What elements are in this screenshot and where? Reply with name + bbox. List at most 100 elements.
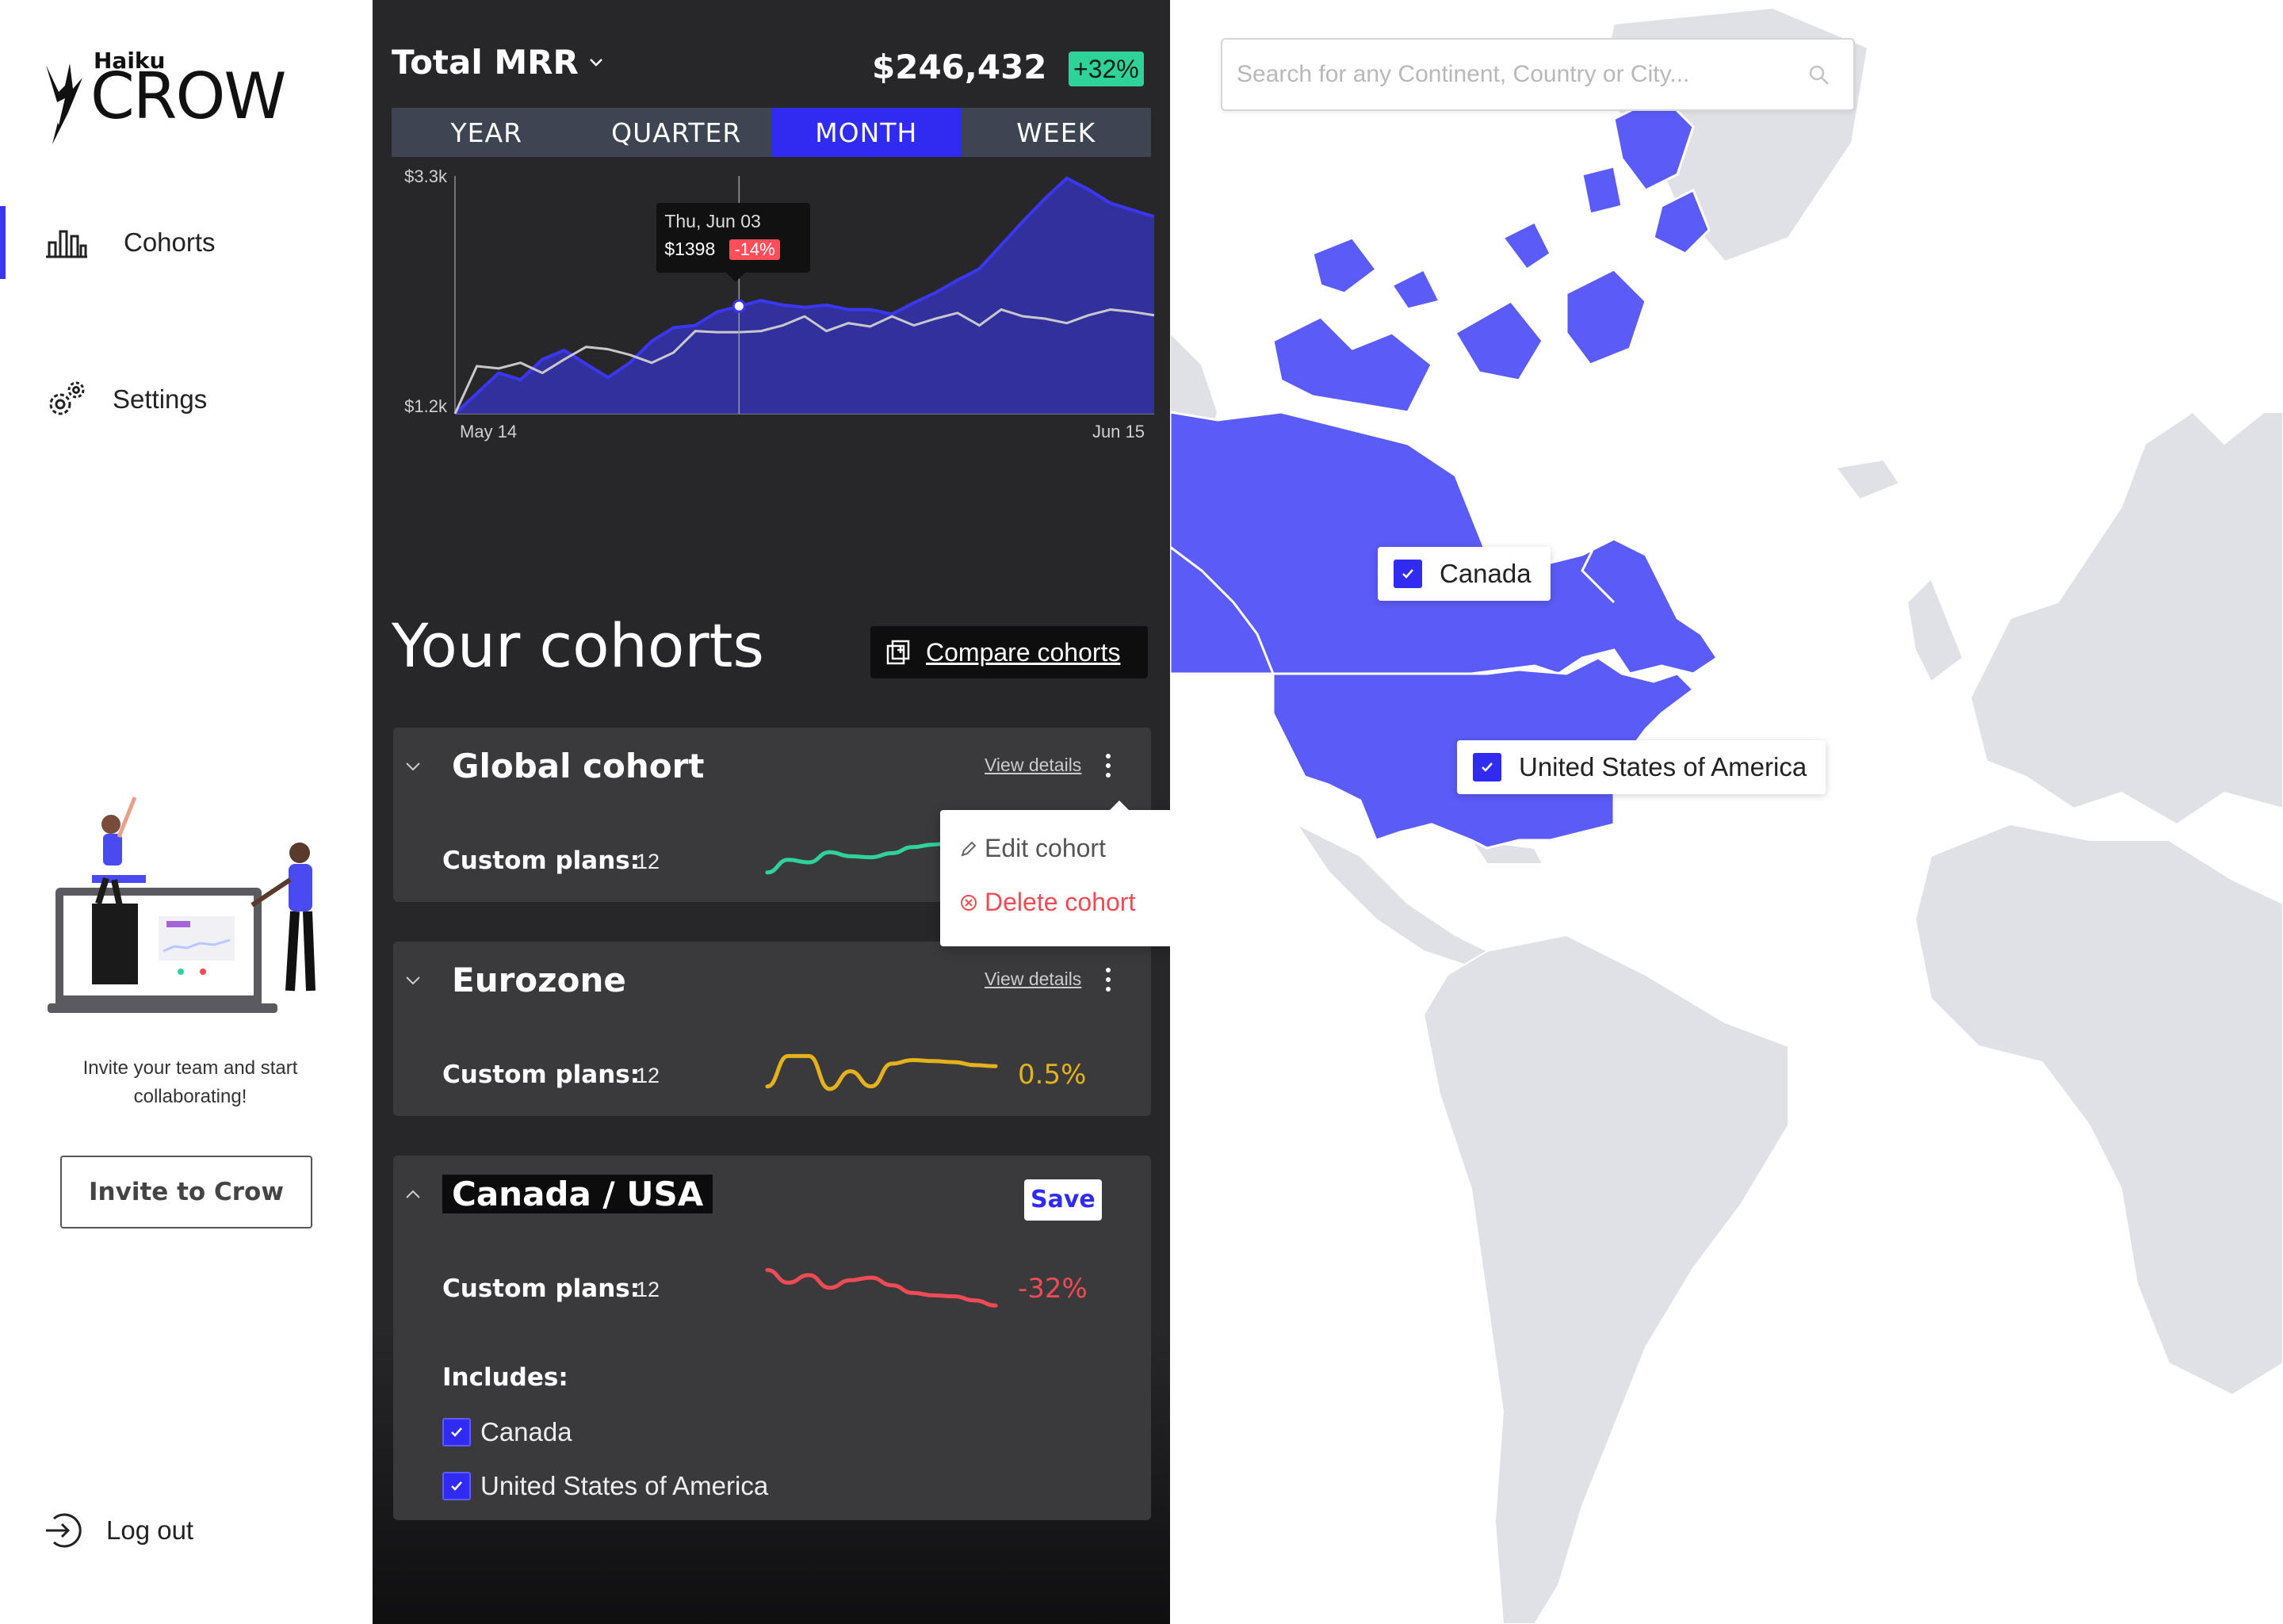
mrr-title: Total MRR bbox=[392, 43, 579, 82]
mrr-change-badge: +32% bbox=[1069, 52, 1144, 86]
compare-cohorts-button[interactable]: Compare cohorts bbox=[870, 626, 1148, 678]
hover-point bbox=[732, 299, 746, 313]
central-america-shape bbox=[1294, 822, 1489, 969]
pencil-icon bbox=[961, 841, 977, 857]
logout-label: Log out bbox=[106, 1515, 194, 1545]
nav-item-cohorts[interactable]: Cohorts bbox=[0, 203, 373, 282]
check-icon bbox=[1402, 569, 1413, 579]
chart-tooltip: Thu, Jun 03 $1398 -14% bbox=[656, 203, 811, 283]
cohorts-title: Your cohorts bbox=[392, 610, 764, 681]
custom-plans-label: Custom plans: bbox=[442, 1060, 641, 1089]
europe-shape bbox=[1969, 411, 2283, 826]
view-details-link[interactable]: View details bbox=[985, 969, 1081, 990]
custom-plans-value: 12 bbox=[636, 850, 660, 873]
sparkline-path bbox=[765, 1053, 998, 1091]
compare-cohorts-label: Compare cohorts bbox=[926, 637, 1121, 667]
include-label: Canada bbox=[480, 1417, 572, 1446]
tooltip-change: -14% bbox=[729, 239, 780, 260]
y-tick-label: $1.2k bbox=[404, 396, 448, 416]
map-label-canada[interactable]: Canada bbox=[1378, 547, 1551, 601]
sparkline-path bbox=[765, 1267, 998, 1308]
map-search-box[interactable] bbox=[1221, 38, 1855, 111]
custom-plans-label: Custom plans: bbox=[442, 1274, 641, 1303]
cohort-name: Global cohort bbox=[452, 747, 705, 785]
iceland-shape bbox=[1834, 458, 1901, 501]
includes-label: Includes: bbox=[442, 1363, 568, 1392]
world-map[interactable]: Canada United States of America bbox=[1170, 0, 2283, 1624]
map-label-text: United States of America bbox=[1519, 752, 1807, 781]
custom-plans-value: 12 bbox=[636, 1278, 660, 1301]
checkbox-checked bbox=[1473, 753, 1501, 781]
map-label-text: Canada bbox=[1440, 559, 1532, 588]
logout-button[interactable]: Log out bbox=[43, 1503, 193, 1558]
brand-crow: CROW bbox=[90, 59, 287, 133]
bar-chart-icon bbox=[46, 230, 87, 258]
map-canvas bbox=[1170, 6, 2283, 1624]
cohort-sparkline bbox=[765, 1267, 998, 1308]
map-search-input[interactable] bbox=[1237, 55, 1776, 94]
gears-icon bbox=[49, 381, 85, 415]
check-icon bbox=[1482, 762, 1493, 772]
canada-shape bbox=[1170, 411, 1719, 675]
more-options-icon[interactable] bbox=[1102, 750, 1115, 781]
nav-label-settings: Settings bbox=[113, 384, 208, 414]
check-icon bbox=[451, 1427, 462, 1437]
invite-button[interactable]: Invite to Crow bbox=[60, 1156, 312, 1229]
check-icon bbox=[451, 1481, 462, 1491]
edit-cohort-label: Edit cohort bbox=[985, 834, 1106, 862]
cohort-name-editable[interactable]: Canada / USA bbox=[442, 1175, 713, 1213]
mrr-value: $246,432 bbox=[872, 48, 1047, 86]
chevron-down-icon[interactable] bbox=[404, 761, 422, 772]
checkbox-checked bbox=[442, 1418, 471, 1446]
include-checkbox-usa[interactable]: United States of America bbox=[442, 1471, 768, 1501]
compare-icon bbox=[886, 640, 910, 665]
team-illustration bbox=[48, 797, 315, 1013]
edit-cohort-item[interactable]: Edit cohort bbox=[959, 834, 1106, 863]
view-details-link[interactable]: View details bbox=[985, 755, 1081, 776]
cohort-card-eurozone: Eurozone View details Custom plans: 12 0… bbox=[393, 942, 1151, 1116]
nav-item-settings[interactable]: Settings bbox=[0, 360, 373, 439]
chevron-up-icon[interactable] bbox=[404, 1189, 422, 1200]
x-tick-label: May 14 bbox=[460, 422, 517, 441]
cohort-card-canada-usa: Canada / USA Save Custom plans: 12 -32% … bbox=[393, 1156, 1151, 1520]
more-options-icon[interactable] bbox=[1102, 964, 1115, 995]
cohort-name: Eurozone bbox=[452, 961, 626, 999]
tab-week[interactable]: WEEK bbox=[962, 108, 1152, 157]
invite-text: Invite your team and start collaborating… bbox=[82, 1057, 298, 1107]
include-label: United States of America bbox=[480, 1471, 769, 1500]
cohort-change: 0.5% bbox=[1018, 1059, 1087, 1091]
search-icon bbox=[1809, 65, 1829, 85]
cohort-context-menu: Edit cohort Delete cohort bbox=[940, 801, 1175, 946]
tooltip-date: Thu, Jun 03 bbox=[664, 211, 761, 232]
logout-icon bbox=[46, 1513, 82, 1548]
chevron-down-icon[interactable] bbox=[404, 975, 422, 986]
uk-shape bbox=[1906, 577, 1964, 683]
sidebar: Haiku CROW Cohorts Settings Invite your … bbox=[0, 0, 373, 1624]
tab-quarter[interactable]: QUARTER bbox=[582, 108, 772, 157]
period-tabs: YEAR QUARTER MONTH WEEK bbox=[392, 108, 1151, 157]
mrr-metric-selector[interactable]: Total MRR bbox=[392, 43, 604, 82]
custom-plans-value: 12 bbox=[636, 1064, 660, 1087]
map-label-usa[interactable]: United States of America bbox=[1457, 740, 1826, 794]
chevron-down-icon bbox=[589, 58, 602, 67]
delete-cohort-item[interactable]: Delete cohort bbox=[959, 888, 1135, 917]
save-button[interactable]: Save bbox=[1024, 1179, 1102, 1221]
custom-plans-label: Custom plans: bbox=[442, 846, 641, 875]
cohort-change: -32% bbox=[1018, 1273, 1088, 1305]
crow-logo[interactable]: Haiku CROW bbox=[41, 46, 295, 144]
tab-month[interactable]: MONTH bbox=[771, 108, 962, 157]
x-tick-label: Jun 15 bbox=[1092, 422, 1145, 441]
include-checkbox-canada[interactable]: Canada bbox=[442, 1417, 572, 1447]
nav-label-cohorts: Cohorts bbox=[124, 227, 216, 257]
active-indicator bbox=[0, 206, 6, 279]
south-america-shape bbox=[1422, 934, 1789, 1624]
delete-cohort-label: Delete cohort bbox=[985, 888, 1136, 916]
arctic-islands-shape bbox=[1272, 94, 1711, 414]
y-tick-label: $3.3k bbox=[404, 166, 448, 186]
africa-shape bbox=[1914, 823, 2283, 1397]
crow-feather-icon bbox=[46, 63, 82, 144]
checkbox-checked bbox=[442, 1472, 471, 1500]
tab-year[interactable]: YEAR bbox=[392, 108, 582, 157]
tooltip-value: $1398 bbox=[664, 239, 716, 260]
cohort-sparkline bbox=[765, 1053, 998, 1091]
